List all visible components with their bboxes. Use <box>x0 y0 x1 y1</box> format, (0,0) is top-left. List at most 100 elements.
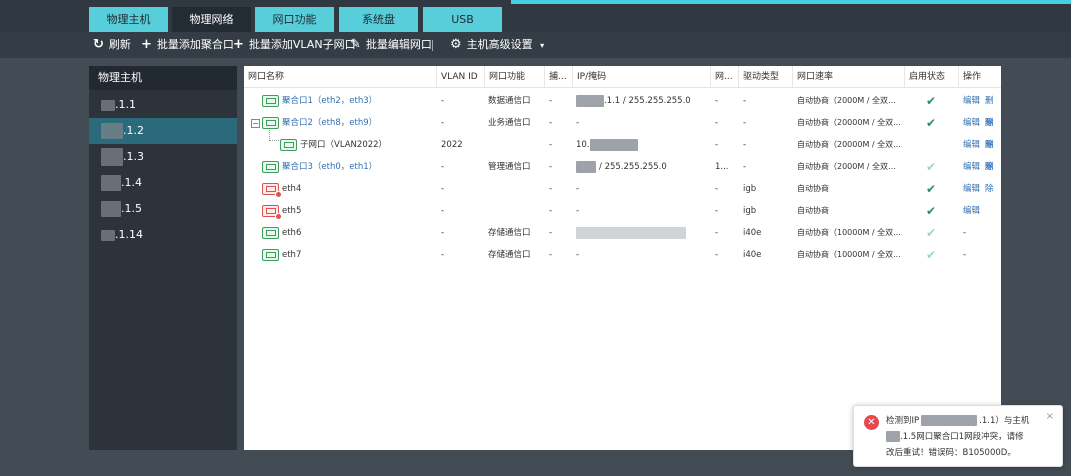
vlan-id: - <box>441 118 445 128</box>
column-header[interactable]: 网... <box>710 66 738 88</box>
edit-link[interactable]: 编辑 <box>963 112 980 134</box>
close-icon[interactable]: × <box>1046 411 1054 422</box>
port-name-link[interactable]: 聚合口2（eth8，eth9） <box>282 112 377 134</box>
table-row[interactable]: 子网口（VLAN2022） 2022 - 10. - - 自动协商（20000M… <box>244 134 1001 172</box>
port-name-link[interactable]: 聚合口1（eth2，eth3） <box>282 90 377 112</box>
vlan-id: - <box>441 206 445 216</box>
ip-mask: - <box>576 184 580 194</box>
redacted-text <box>101 99 115 111</box>
action-placeholder: - <box>963 228 967 238</box>
batch-add-bond-button[interactable]: + 批量添加聚合口 <box>141 32 234 58</box>
gear-icon: ⚙ <box>450 37 462 52</box>
batch-add-vlan-button[interactable]: + 批量添加VLAN子网口 <box>233 32 356 58</box>
table-row[interactable]: eth5 - - - - igb 自动协商 ✔ 编辑 <box>244 200 1001 222</box>
redacted-text <box>886 431 900 442</box>
capture: - <box>549 96 553 106</box>
vlan-id: - <box>441 162 445 172</box>
port-name[interactable]: eth6 <box>282 222 301 244</box>
network-port-icon <box>262 227 279 239</box>
capture: - <box>549 162 553 172</box>
sidebar-item-host[interactable]: .1.5 <box>89 196 237 222</box>
vlan-id: - <box>441 250 445 260</box>
host-settings-dropdown[interactable]: ⚙ 主机高级设置 ▾ <box>450 32 544 58</box>
enabled-check-icon: ✔ <box>926 182 937 196</box>
vlan-id: - <box>441 228 445 238</box>
edit-link[interactable]: 编辑 <box>963 90 980 112</box>
delete-link[interactable]: 删除 <box>985 156 1001 194</box>
delete-link[interactable]: 删除 <box>985 134 1001 172</box>
tab-port-function[interactable]: 网口功能 <box>255 7 334 32</box>
sidebar-item-host[interactable]: .1.4 <box>89 170 237 196</box>
edit-link[interactable]: 编辑 <box>963 134 980 156</box>
column-header[interactable]: 启用状态 <box>904 66 958 88</box>
sidebar-item-host[interactable]: .1.3 <box>89 144 237 170</box>
network: - <box>715 184 719 194</box>
port-speed: 自动协商（2000M / 全双... <box>797 162 896 171</box>
table-row[interactable]: eth4 - - - - igb 自动协商 ✔ 编辑 <box>244 178 1001 200</box>
redacted-text <box>101 148 123 166</box>
port-name[interactable]: eth7 <box>282 244 301 266</box>
redacted-text <box>101 123 123 139</box>
edit-link[interactable]: 编辑 <box>963 156 980 178</box>
column-header[interactable]: 操作 <box>958 66 1001 88</box>
delete-link[interactable]: 删除 <box>985 90 1001 128</box>
enabled-check-icon: ✔ <box>926 116 937 130</box>
table-header: 网口名称 VLAN ID 网口功能 捕... IP/掩码 网... 驱动类型 网… <box>244 66 1001 88</box>
enabled-check-icon: ✔ <box>926 94 937 108</box>
tab-physical-network[interactable]: 物理网络 <box>172 7 251 32</box>
enabled-check-icon: ✔ <box>926 226 937 240</box>
network-port-icon <box>262 117 279 129</box>
sidebar-item-host[interactable]: .1.1 <box>89 92 237 118</box>
pencil-icon: ✎ <box>350 37 361 52</box>
batch-edit-button[interactable]: ✎ 批量编辑网口 <box>350 32 432 58</box>
tab-system-disk[interactable]: 系统盘 <box>339 7 418 32</box>
column-header[interactable]: 网口名称 <box>244 66 436 88</box>
column-header[interactable]: 网口速率 <box>792 66 904 88</box>
refresh-button[interactable]: ↻ 刷新 <box>93 32 131 58</box>
port-name[interactable]: eth5 <box>282 200 301 222</box>
column-header[interactable]: VLAN ID <box>436 66 484 88</box>
driver-type: i40e <box>743 250 762 260</box>
edit-link[interactable]: 编辑 <box>963 200 980 222</box>
network: 1... <box>715 162 729 172</box>
table-row[interactable]: eth7 - 存储通信口 - - - i40e 自动协商（10000M / 全双… <box>244 244 1001 266</box>
vlan-id: - <box>441 96 445 106</box>
driver-type: igb <box>743 206 757 216</box>
network: - <box>715 96 719 106</box>
delete-link[interactable]: 删除 <box>985 112 1001 150</box>
plus-icon: + <box>141 37 152 52</box>
column-header[interactable]: 网口功能 <box>484 66 544 88</box>
top-tab-bar: 物理主机 物理网络 网口功能 系统盘 USB <box>0 0 1071 32</box>
error-toast: ✕ × 检测到IP .1.1）与主机 .1.5网口聚合口1网段冲突，请修 改后重试… <box>853 405 1063 467</box>
redacted-text <box>101 201 121 217</box>
port-function: 存储通信口 <box>488 228 531 238</box>
table-row[interactable]: eth6 - 存储通信口 - - i40e 自动协商（10000M / 全双..… <box>244 222 1001 244</box>
tab-usb[interactable]: USB <box>423 7 502 32</box>
port-function: 业务通信口 <box>488 118 531 128</box>
toolbar-divider <box>432 40 433 51</box>
column-header[interactable]: IP/掩码 <box>572 66 710 88</box>
capture: - <box>549 206 553 216</box>
table-row[interactable]: 聚合口1（eth2，eth3） - 数据通信口 - .1.1 / 255.255… <box>244 90 1001 128</box>
capture: - <box>549 228 553 238</box>
network-port-icon <box>262 249 279 261</box>
network-port-icon <box>262 161 279 173</box>
driver-type: - <box>743 118 747 128</box>
column-header[interactable]: 驱动类型 <box>738 66 792 88</box>
port-speed: 自动协商（20000M / 全双... <box>797 118 901 127</box>
port-name[interactable]: 子网口（VLAN2022） <box>300 134 387 156</box>
refresh-icon: ↻ <box>93 37 104 52</box>
table-row[interactable]: 聚合口2（eth8，eth9） - 业务通信口 - - - - 自动协商（200… <box>244 112 1001 150</box>
port-table: 网口名称 VLAN ID 网口功能 捕... IP/掩码 网... 驱动类型 网… <box>244 66 1001 450</box>
enabled-check-icon: ✔ <box>926 160 937 174</box>
sidebar-item-host[interactable]: .1.14 <box>89 222 237 248</box>
table-row[interactable]: 聚合口3（eth0，eth1） - 管理通信口 - / 255.255.255.… <box>244 156 1001 194</box>
column-header[interactable]: 捕... <box>544 66 572 88</box>
sidebar-item-host[interactable]: .1.2 <box>89 118 237 144</box>
edit-link[interactable]: 编辑 <box>963 178 980 200</box>
port-name-link[interactable]: 聚合口3（eth0，eth1） <box>282 156 377 178</box>
tab-physical-host[interactable]: 物理主机 <box>89 7 168 32</box>
port-name[interactable]: eth4 <box>282 178 301 200</box>
network: - <box>715 206 719 216</box>
enabled-check-icon: ✔ <box>926 248 937 262</box>
